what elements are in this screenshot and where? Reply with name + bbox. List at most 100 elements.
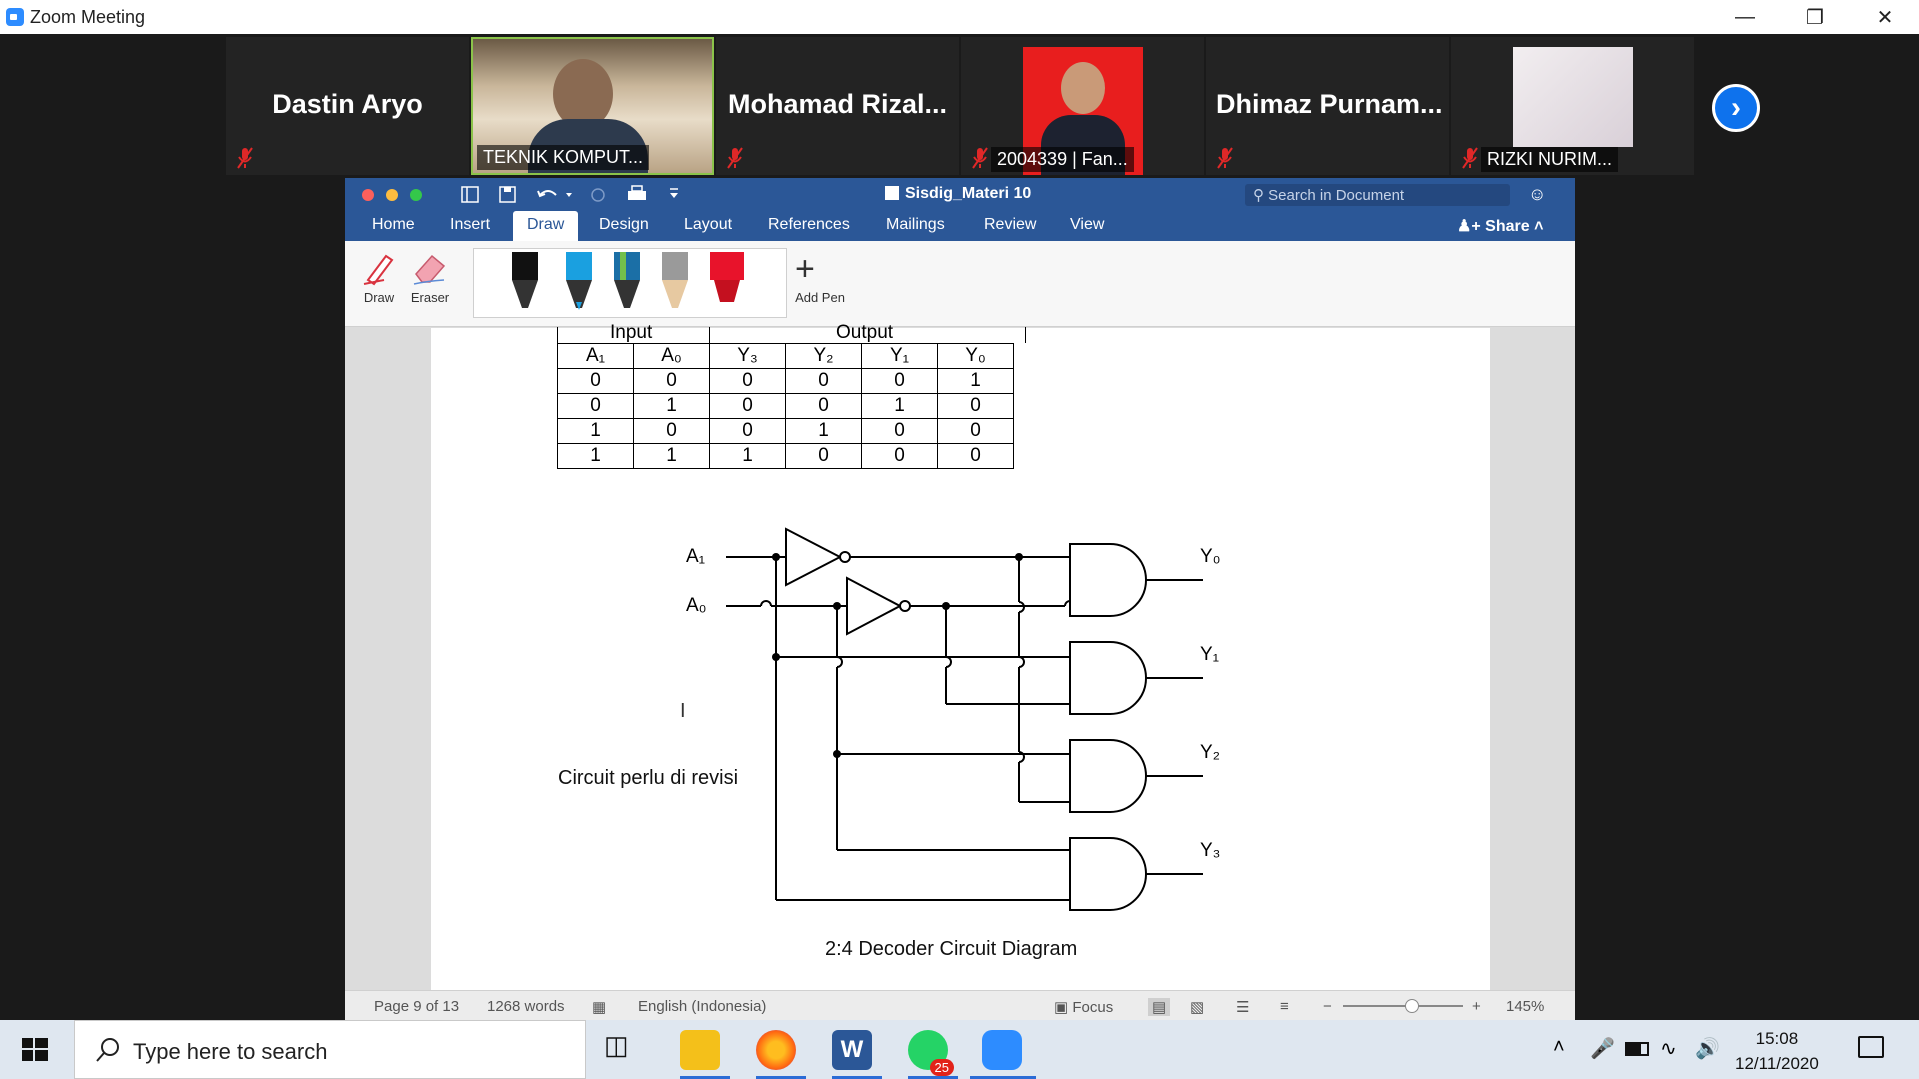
microphone-icon[interactable]: 🎤 [1590, 1036, 1615, 1061]
zoom-slider[interactable] [1343, 999, 1463, 1013]
close-button[interactable]: ✕ [1850, 0, 1919, 34]
participant-name: 2004339 | Fan... [997, 149, 1128, 169]
participant-name: Dastin Aryo [272, 89, 423, 119]
zoom-title-bar: Zoom Meeting — ❐ ✕ [0, 0, 1919, 34]
mic-muted-icon [1462, 147, 1478, 169]
pen-black[interactable] [512, 252, 538, 308]
table-cell: 0 [709, 418, 786, 444]
add-person-icon: ♟+ [1457, 218, 1481, 235]
volume-icon[interactable]: 🔊 [1695, 1036, 1720, 1061]
print-icon[interactable] [628, 185, 646, 200]
table-cell: 0 [785, 368, 862, 394]
tab-view[interactable]: View [1070, 216, 1104, 234]
zoom-taskbar-icon[interactable] [982, 1030, 1022, 1070]
draw-label: Draw [363, 290, 395, 305]
pen-blue[interactable] [566, 252, 592, 310]
windows-start-icon[interactable] [22, 1038, 48, 1062]
restore-button[interactable]: ❐ [1780, 0, 1850, 34]
focus-icon: ▣ [1054, 999, 1069, 1016]
mic-muted-icon [237, 147, 253, 169]
highlighter-red[interactable] [710, 252, 744, 302]
next-page-button[interactable]: › [1712, 84, 1760, 132]
table-cell: 0 [861, 418, 938, 444]
tab-mailings[interactable]: Mailings [886, 216, 945, 234]
tab-layout[interactable]: Layout [684, 216, 732, 234]
clock-date: 12/11/2020 [1735, 1054, 1819, 1073]
search-in-document[interactable]: ⚲ Search in Document [1245, 184, 1510, 206]
table-cell: 0 [633, 418, 710, 444]
table-header: Y₃ [709, 343, 786, 369]
add-pen-icon[interactable]: + [795, 250, 815, 289]
sidebar-icon[interactable] [461, 186, 479, 203]
task-view-icon[interactable]: ◫ [604, 1030, 644, 1070]
customize-icon[interactable] [670, 188, 678, 198]
system-clock[interactable]: 15:08 12/11/2020 [1735, 1026, 1819, 1076]
search-icon [96, 1038, 119, 1062]
zoom-level[interactable]: 145% [1506, 998, 1544, 1015]
undo-icon[interactable] [537, 190, 572, 198]
participant-name: Mohamad Rizal... [727, 89, 948, 119]
mac-close-button[interactable] [362, 189, 374, 201]
output-label-y2: Y₂ [1200, 742, 1221, 763]
participant-tile[interactable]: 2004339 | Fan... [961, 37, 1204, 175]
participant-tile[interactable]: Dhimaz Purnam... [1206, 37, 1449, 175]
pencil-gray[interactable] [662, 252, 688, 308]
focus-mode[interactable]: ▣ Focus [1054, 998, 1113, 1016]
web-layout-icon[interactable]: ▧ [1190, 998, 1204, 1016]
redo-icon[interactable] [591, 188, 605, 202]
mac-minimize-button[interactable] [386, 189, 398, 201]
participant-tile[interactable]: RIZKI NURIM... [1451, 37, 1694, 175]
output-label-y0: Y₀ [1200, 546, 1221, 567]
action-center-icon[interactable] [1858, 1036, 1884, 1058]
zoom-out-icon[interactable]: − [1323, 998, 1332, 1015]
table-cell: 1 [709, 443, 786, 469]
print-layout-icon[interactable]: ▤ [1148, 998, 1171, 1016]
outline-view-icon[interactable]: ☰ [1236, 998, 1249, 1016]
taskbar-search-box[interactable]: Type here to search [74, 1020, 586, 1079]
smiley-feedback-icon[interactable]: ☺ [1528, 184, 1546, 205]
table-cell: 1 [861, 393, 938, 419]
table-cell: 0 [709, 368, 786, 394]
zoom-slider-thumb[interactable] [1405, 999, 1419, 1013]
tab-insert[interactable]: Insert [450, 216, 490, 234]
file-explorer-icon[interactable] [680, 1030, 720, 1070]
save-icon[interactable] [499, 186, 516, 203]
participant-tile[interactable]: Dastin Aryo [226, 37, 469, 175]
tab-references[interactable]: References [768, 216, 850, 234]
minimize-button[interactable]: — [1710, 0, 1780, 34]
participant-name: RIZKI NURIM... [1487, 149, 1612, 169]
tab-home[interactable]: Home [372, 216, 415, 234]
table-cell: 1 [785, 418, 862, 444]
language[interactable]: English (Indonesia) [638, 998, 766, 1015]
chevron-up-icon[interactable]: ˄ [1553, 1036, 1565, 1059]
battery-icon[interactable] [1625, 1042, 1649, 1056]
tab-review[interactable]: Review [984, 216, 1036, 234]
eraser-icon[interactable] [410, 250, 450, 286]
draft-view-icon[interactable]: ≡ [1280, 998, 1289, 1015]
tab-draw[interactable]: Draw [513, 211, 579, 241]
page-count[interactable]: Page 9 of 13 [374, 998, 459, 1015]
text-cursor-icon: I [680, 700, 686, 722]
firefox-icon[interactable] [756, 1030, 796, 1070]
word-taskbar-icon[interactable]: W [832, 1030, 872, 1070]
tab-design[interactable]: Design [599, 216, 649, 234]
proofing-icon[interactable]: ▦ [592, 998, 606, 1016]
share-label: Share [1485, 218, 1530, 235]
word-count[interactable]: 1268 words [487, 998, 565, 1015]
input-label-a0: A₀ [686, 595, 707, 616]
participant-tile[interactable]: Mohamad Rizal... [716, 37, 959, 175]
participant-label: RIZKI NURIM... [1481, 147, 1618, 172]
wifi-icon[interactable]: ∿ [1660, 1036, 1677, 1061]
search-icon: ⚲ [1253, 187, 1264, 204]
share-button[interactable]: ♟+ Share ˄ [1457, 216, 1543, 236]
table-row: 1 0 0 1 0 0 [557, 418, 1014, 444]
zoom-in-icon[interactable]: + [1472, 998, 1481, 1015]
mic-muted-icon [972, 147, 988, 169]
participant-name: Dhimaz Purnam... [1216, 89, 1443, 119]
table-cell: 1 [937, 368, 1014, 394]
pen-galaxy[interactable] [614, 252, 640, 308]
mac-zoom-button[interactable] [410, 189, 422, 201]
participant-tile-active[interactable]: TEKNIK KOMPUT... [471, 37, 714, 175]
draw-pen-icon[interactable] [360, 250, 400, 286]
whatsapp-icon[interactable]: 25 [908, 1030, 954, 1076]
